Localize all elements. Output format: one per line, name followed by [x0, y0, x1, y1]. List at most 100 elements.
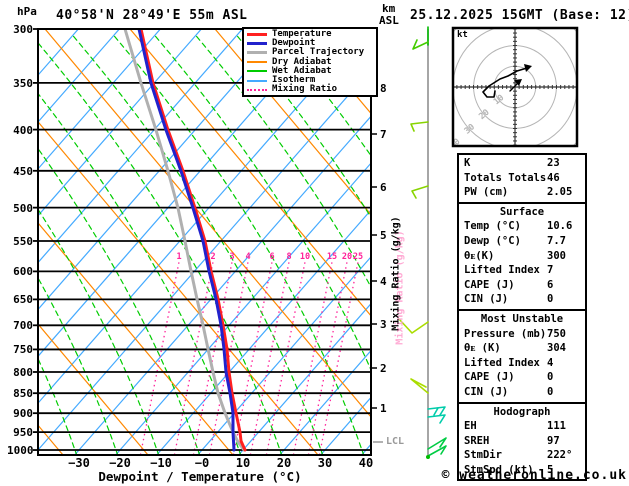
mixing-ratio-label: 10 — [299, 252, 311, 262]
pressure-tick-label: 800 — [13, 366, 33, 379]
hodograph-kt-label: kt — [457, 30, 468, 40]
table-row: Pressure (mb) 750 — [459, 327, 585, 342]
table-row-label: StmDir — [464, 449, 502, 462]
table-row-label: K — [464, 157, 471, 169]
pressure-tick-label: 600 — [13, 265, 33, 279]
table-row-value: 10.6 — [547, 220, 573, 233]
pressure-tick-label: 1000 — [7, 444, 34, 457]
table-row-value: 7.7 — [547, 234, 566, 247]
table-row: CIN (J) 0 — [459, 385, 585, 400]
table-row: θᴇ (K) 304 — [459, 341, 585, 356]
pressure-unit-label: hPa — [17, 5, 37, 18]
datetime-title: 25.12.2025 15GMT (Base: 12) — [410, 8, 629, 23]
table-row-label: CAPE (J) — [464, 278, 515, 291]
table-row: Dewp (°C) 7.7 — [459, 234, 585, 249]
mixing-ratio-label: 4 — [245, 252, 251, 262]
table-row-value: 46 — [547, 171, 560, 184]
watermark: © weatheronline.co.uk — [441, 468, 627, 483]
temp-tick-label: −20 — [109, 456, 131, 470]
table-row-label: Lifted Index — [464, 264, 540, 277]
table-row-label: CIN (J) — [464, 385, 509, 398]
km-tick-label: 8 — [380, 82, 387, 95]
km-tick-label: 5 — [380, 229, 387, 242]
mixing-ratio-label: 6 — [269, 252, 275, 262]
table-row-value: 111 — [547, 420, 566, 433]
table-section-header: Most Unstable — [480, 312, 564, 325]
legend-box: Temperature Dewpoint Parcel Trajectory Dry … — [242, 27, 378, 98]
table-row-label: Dewp (°C) — [464, 234, 521, 247]
table-section: Most Unstable Pressure (mb) 750 θᴇ (K) 304 Li… — [459, 308, 585, 402]
mixing-ratio-axis-label: Mixing Ratio (g/kg) — [390, 216, 402, 331]
table-row-value: 6 — [547, 278, 554, 291]
table-row: SREH 97 — [459, 434, 585, 449]
pressure-tick-label: 950 — [13, 426, 33, 440]
temp-tick-label: −30 — [68, 456, 90, 470]
table-section: K 23 Totals Totals 46 PW (cm) 2.05 — [459, 155, 585, 202]
legend-item-label: Mixing Ratio — [272, 84, 338, 95]
station-title: 40°58'N 28°49'E 55m ASL — [56, 8, 248, 23]
mixing-ratio-label: 20 — [341, 252, 353, 262]
mixing-ratio-label: 8 — [286, 252, 292, 262]
table-row: CAPE (J) 6 — [459, 278, 585, 293]
table-row-label: Temp (°C) — [464, 220, 521, 233]
table-row: EH 111 — [459, 419, 585, 434]
pressure-tick-label: 850 — [13, 387, 33, 401]
table-row-label: EH — [464, 420, 477, 433]
table-row-label: θᴇ(K) — [464, 249, 495, 262]
km-tick-label: 2 — [380, 362, 387, 375]
table-row-value: 97 — [547, 434, 560, 447]
temp-tick-label: 30 — [317, 456, 333, 470]
table-row: Temp (°C) 10.6 — [459, 219, 585, 234]
pressure-tick-label: 350 — [13, 76, 33, 90]
table-row-label: CIN (J) — [464, 293, 509, 306]
table-row-value: 0 — [547, 385, 554, 398]
table-row-value: 0 — [547, 293, 554, 306]
table-row-value: 222° — [547, 449, 573, 462]
pressure-tick-label: 400 — [13, 123, 33, 137]
mixing-ratio-label: 3 — [229, 252, 235, 262]
temp-tick-label: −10 — [150, 456, 172, 470]
table-row: Lifted Index 4 — [459, 356, 585, 371]
table-section: Surface Temp (°C) 10.6 Dewp (°C) 7.7 θᴇ(K) 300… — [459, 201, 585, 309]
table-row-label: PW (cm) — [464, 186, 509, 199]
table-row-label: θᴇ (K) — [464, 342, 501, 355]
table-row-value: 0 — [547, 371, 554, 384]
pressure-tick-label: 750 — [13, 343, 33, 357]
table-section-header: Hodograph — [493, 405, 551, 418]
table-row: CIN (J) 0 — [459, 292, 585, 307]
km-tick-label: 3 — [380, 318, 387, 331]
legend-line-swatch — [247, 61, 267, 64]
x-axis-title: Dewpoint / Temperature (°C) — [98, 469, 302, 484]
km-tick-label: 6 — [380, 181, 387, 194]
pressure-tick-label: 700 — [13, 319, 33, 333]
table-row: CAPE (J) 0 — [459, 370, 585, 385]
table-row: Lifted Index 7 — [459, 263, 585, 278]
table-row-label: Pressure (mb) — [464, 327, 547, 340]
pressure-tick-label: 650 — [13, 293, 33, 307]
pressure-tick-label: 500 — [13, 201, 33, 215]
table-row-value: 7 — [547, 264, 554, 277]
table-row: Totals Totals 46 — [459, 171, 585, 186]
table-row-value: 300 — [547, 249, 566, 262]
legend-line-swatch — [247, 70, 267, 73]
km-tick-label: 4 — [380, 275, 387, 288]
mixing-ratio-label: 1 — [176, 252, 182, 262]
table-row-value: 304 — [547, 342, 566, 355]
table-row-label: Totals Totals — [464, 171, 547, 184]
pressure-tick-label: 550 — [13, 235, 33, 248]
table-row-value: 2.05 — [547, 186, 573, 199]
km-tick-label: 1 — [380, 402, 387, 415]
table-row: K 23 — [459, 156, 585, 171]
temp-tick-label: 20 — [276, 456, 292, 470]
mixing-ratio-label: 15 — [326, 252, 338, 262]
legend-line-swatch — [247, 42, 267, 46]
table-row-label: CAPE (J) — [464, 371, 515, 384]
asl-axis-unit: ASL — [379, 14, 399, 27]
table-row-label: SREH — [464, 434, 490, 447]
temp-tick-label: 40 — [358, 456, 374, 470]
legend-line-swatch — [247, 51, 267, 55]
table-row: StmDir 222° — [459, 448, 585, 463]
indices-table: K 23 Totals Totals 46 PW (cm) 2.05 Surface Temp… — [457, 153, 587, 482]
legend-line-swatch — [247, 88, 267, 91]
pressure-tick-label: 900 — [13, 407, 33, 421]
